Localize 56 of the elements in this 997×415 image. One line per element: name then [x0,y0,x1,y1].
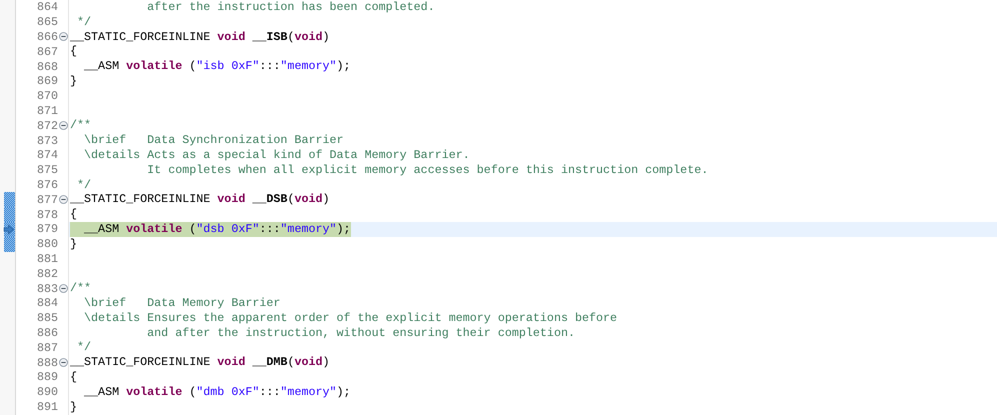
line-number: 872 [36,118,58,133]
collapse-icon[interactable] [58,195,68,204]
line-number: 873 [36,134,58,148]
line-number: 877 [36,192,58,207]
code-line: \brief Data Memory Barrier [83,296,280,311]
code-line: */ [76,14,92,30]
line-number: 886 [36,326,58,340]
line-number: 880 [36,237,58,252]
line-number: 874 [36,148,58,162]
line-number: 890 [36,385,58,400]
collapse-icon[interactable] [58,284,68,294]
line-number: 888 [36,356,58,370]
collapse-icon[interactable] [58,358,68,368]
line-number: 867 [36,44,58,59]
line-number: 870 [36,89,58,104]
line-number: 868 [36,60,58,74]
code-line: __STATIC_FORCEINLINE void __ISB(void) [70,30,330,44]
line-number: 869 [36,74,58,88]
code-line: } [70,236,78,252]
code-line: It completes when all explicit memory accesses before this instruction complete. [146,162,708,178]
line-number: 891 [36,400,58,414]
code-line: */ [76,178,92,192]
line-number: 887 [36,340,58,355]
line-number: 879 [36,222,58,236]
code-line: and after the instruction, without ensuring their completion. [146,326,575,340]
code-line: __ASM volatile ("isb 0xF":::"memory"); [83,59,351,74]
code-line: /** [70,118,92,134]
code-line: { [70,370,78,385]
line-number: 881 [36,252,58,266]
code-line: \details Acts as a special kind of Data Memory Barrier. [83,148,470,163]
line-number: 878 [36,208,58,222]
code-line: } [70,74,78,89]
line-number: 871 [36,104,58,118]
code-line: \details Ensures the apparent order of the explicit memory operations before [83,310,618,326]
code-line: } [70,400,78,414]
code-line: __ASM volatile ("dmb 0xF":::"memory"); [83,384,351,400]
line-number: 875 [36,163,58,178]
code-line: /** [70,281,92,296]
code-line: after the instruction has been completed. [146,0,435,15]
line-number: 866 [36,30,58,44]
line-number: 876 [36,178,58,192]
line-number: 865 [36,15,58,30]
line-number: 884 [36,296,58,310]
collapse-icon[interactable] [58,121,68,130]
line-number: 889 [36,370,58,384]
code-line: { [70,207,78,222]
line-number: 883 [36,282,58,296]
code-line: __STATIC_FORCEINLINE void __DSB(void) [70,192,330,208]
code-line: \brief Data Synchronization Barrier [83,133,344,148]
line-number: 885 [36,311,58,326]
code-line: { [70,44,78,60]
line-number: 882 [36,266,58,281]
collapse-icon[interactable] [58,32,68,42]
code-line: */ [76,340,92,356]
line-number: 864 [36,0,58,14]
code-line: __STATIC_FORCEINLINE void __DMB(void) [70,355,330,370]
